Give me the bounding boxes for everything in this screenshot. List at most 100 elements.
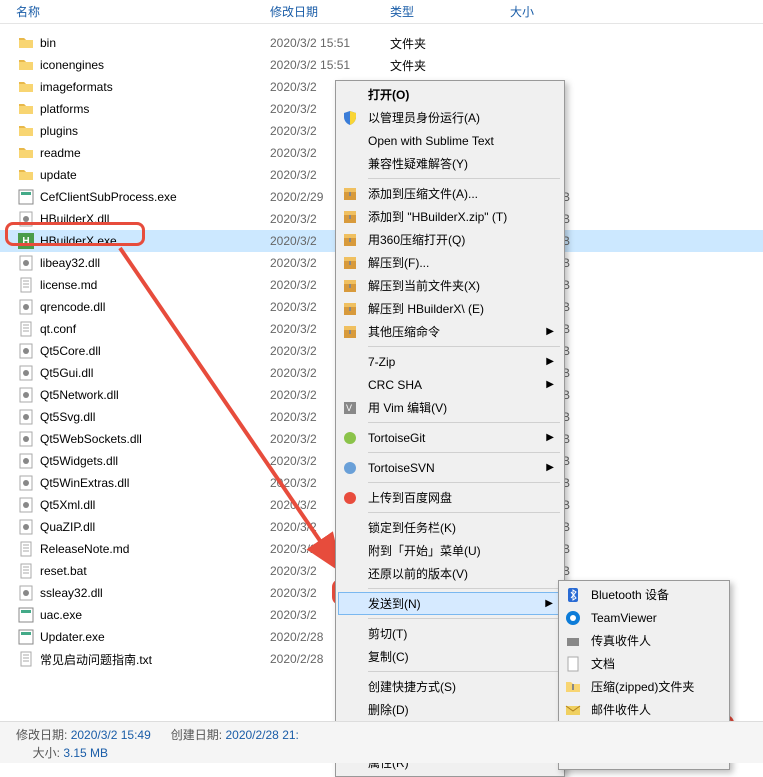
menu-item[interactable]: TortoiseSVN▶ bbox=[338, 456, 562, 479]
menu-item-label: 用360压缩打开(Q) bbox=[368, 231, 465, 248]
git-icon bbox=[342, 430, 358, 446]
txt-icon bbox=[18, 541, 34, 557]
menu-item-label: 锁定到任务栏(K) bbox=[368, 519, 456, 536]
menu-item-label: TortoiseSVN bbox=[368, 461, 435, 475]
menu-item-label: 7-Zip bbox=[368, 355, 395, 369]
menu-separator bbox=[368, 452, 560, 453]
file-name: reset.bat bbox=[40, 564, 270, 578]
menu-item[interactable]: V用 Vim 编辑(V) bbox=[338, 396, 562, 419]
menu-item[interactable]: 发送到(N)▶ bbox=[338, 592, 562, 615]
submenu-item-label: 压缩(zipped)文件夹 bbox=[591, 678, 694, 695]
dll-icon bbox=[18, 343, 34, 359]
menu-item[interactable]: TortoiseGit▶ bbox=[338, 426, 562, 449]
menu-item-label: 打开(O) bbox=[368, 86, 409, 103]
file-name: Qt5Network.dll bbox=[40, 388, 270, 402]
menu-item-label: 解压到 HBuilderX\ (E) bbox=[368, 300, 484, 317]
menu-item[interactable]: 打开(O) bbox=[338, 83, 562, 106]
menu-item[interactable]: 7-Zip▶ bbox=[338, 350, 562, 373]
submenu-item-label: 传真收件人 bbox=[591, 632, 651, 649]
menu-item[interactable]: 还原以前的版本(V) bbox=[338, 562, 562, 585]
dll-icon bbox=[18, 475, 34, 491]
dll-icon bbox=[18, 585, 34, 601]
menu-item[interactable]: 复制(C) bbox=[338, 645, 562, 668]
dll-icon bbox=[18, 519, 34, 535]
col-header-date[interactable]: 修改日期 bbox=[270, 3, 390, 20]
file-name: license.md bbox=[40, 278, 270, 292]
col-header-type[interactable]: 类型 bbox=[390, 3, 510, 20]
file-row[interactable]: iconengines2020/3/2 15:51文件夹 bbox=[0, 54, 763, 76]
status-size-label: 大小: bbox=[33, 746, 60, 760]
menu-item-label: 解压到当前文件夹(X) bbox=[368, 277, 480, 294]
archive-icon bbox=[342, 278, 358, 294]
teamviewer-icon bbox=[565, 610, 581, 626]
shield-icon bbox=[342, 110, 358, 126]
menu-item[interactable]: 解压到(F)... bbox=[338, 251, 562, 274]
folder-icon bbox=[18, 79, 34, 95]
dll-icon bbox=[18, 409, 34, 425]
file-name: Qt5WebSockets.dll bbox=[40, 432, 270, 446]
file-name: HBuilderX.dll bbox=[40, 212, 270, 226]
status-created-label: 创建日期: bbox=[171, 728, 222, 742]
status-size-value: 3.15 MB bbox=[63, 746, 108, 760]
dll-icon bbox=[18, 255, 34, 271]
file-name: Qt5Gui.dll bbox=[40, 366, 270, 380]
file-name: CefClientSubProcess.exe bbox=[40, 190, 270, 204]
menu-separator bbox=[368, 671, 560, 672]
dll-icon bbox=[18, 431, 34, 447]
menu-item[interactable]: 用360压缩打开(Q) bbox=[338, 228, 562, 251]
menu-item[interactable]: 兼容性疑难解答(Y) bbox=[338, 152, 562, 175]
file-name: QuaZIP.dll bbox=[40, 520, 270, 534]
folder-icon bbox=[18, 57, 34, 73]
menu-item[interactable]: 以管理员身份运行(A) bbox=[338, 106, 562, 129]
submenu-item[interactable]: Bluetooth 设备 bbox=[561, 583, 727, 606]
file-name: Qt5Widgets.dll bbox=[40, 454, 270, 468]
menu-item[interactable]: 上传到百度网盘 bbox=[338, 486, 562, 509]
submenu-item-label: 文档 bbox=[591, 655, 615, 672]
menu-item[interactable]: 附到「开始」菜单(U) bbox=[338, 539, 562, 562]
status-bar: 修改日期: 2020/3/2 15:49 创建日期: 2020/2/28 21:… bbox=[0, 721, 763, 763]
menu-item[interactable]: Open with Sublime Text bbox=[338, 129, 562, 152]
file-name: Updater.exe bbox=[40, 630, 270, 644]
dll-icon bbox=[18, 387, 34, 403]
menu-item-label: 兼容性疑难解答(Y) bbox=[368, 155, 468, 172]
file-name: update bbox=[40, 168, 270, 182]
menu-item[interactable]: 添加到 "HBuilderX.zip" (T) bbox=[338, 205, 562, 228]
menu-item[interactable]: 添加到压缩文件(A)... bbox=[338, 182, 562, 205]
zip-icon bbox=[565, 679, 581, 695]
file-row[interactable]: bin2020/3/2 15:51文件夹 bbox=[0, 32, 763, 54]
vim-icon: V bbox=[342, 400, 358, 416]
archive-icon bbox=[342, 255, 358, 271]
col-header-size[interactable]: 大小 bbox=[510, 3, 610, 20]
menu-item[interactable]: 其他压缩命令▶ bbox=[338, 320, 562, 343]
fax-icon bbox=[565, 633, 581, 649]
menu-item-label: 剪切(T) bbox=[368, 625, 407, 642]
col-header-name[interactable]: 名称 bbox=[0, 3, 270, 20]
folder-icon bbox=[18, 145, 34, 161]
menu-item[interactable]: 解压到 HBuilderX\ (E) bbox=[338, 297, 562, 320]
submenu-arrow-icon: ▶ bbox=[546, 432, 554, 443]
file-name: qrencode.dll bbox=[40, 300, 270, 314]
menu-item[interactable]: 解压到当前文件夹(X) bbox=[338, 274, 562, 297]
menu-separator bbox=[368, 422, 560, 423]
submenu-item[interactable]: TeamViewer bbox=[561, 606, 727, 629]
folder-icon bbox=[18, 35, 34, 51]
submenu-item[interactable]: 邮件收件人 bbox=[561, 698, 727, 721]
hbuild-icon: H bbox=[18, 233, 34, 249]
submenu-item[interactable]: 压缩(zipped)文件夹 bbox=[561, 675, 727, 698]
file-name: uac.exe bbox=[40, 608, 270, 622]
menu-item[interactable]: 锁定到任务栏(K) bbox=[338, 516, 562, 539]
exe-icon bbox=[18, 607, 34, 623]
menu-item[interactable]: 创建快捷方式(S) bbox=[338, 675, 562, 698]
file-name: Qt5Core.dll bbox=[40, 344, 270, 358]
menu-item[interactable]: 剪切(T) bbox=[338, 622, 562, 645]
menu-item-label: CRC SHA bbox=[368, 378, 422, 392]
submenu-item[interactable]: 传真收件人 bbox=[561, 629, 727, 652]
file-name: HBuilderX.exe bbox=[40, 234, 270, 248]
submenu-item[interactable]: 文档 bbox=[561, 652, 727, 675]
menu-item[interactable]: CRC SHA▶ bbox=[338, 373, 562, 396]
menu-item-label: 还原以前的版本(V) bbox=[368, 565, 468, 582]
exe-icon bbox=[18, 189, 34, 205]
menu-item[interactable]: 删除(D) bbox=[338, 698, 562, 721]
docs-icon bbox=[565, 656, 581, 672]
file-name: imageformats bbox=[40, 80, 270, 94]
